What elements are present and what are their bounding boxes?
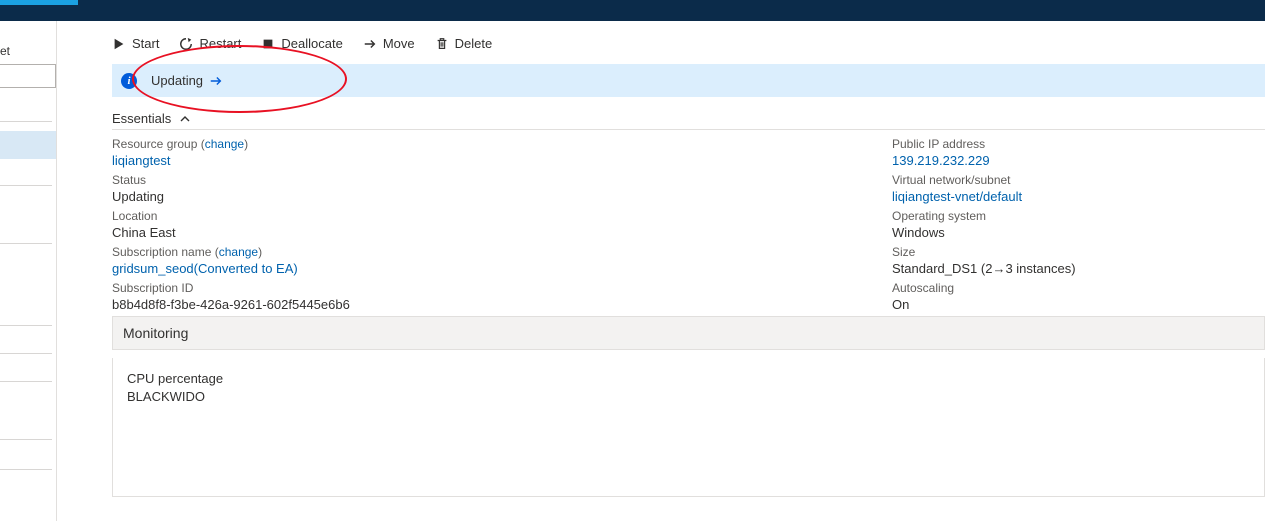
info-icon: i [121, 73, 137, 89]
subscription-id-label: Subscription ID [112, 280, 892, 296]
size-value: Standard_DS1 (2→3 instances) [892, 260, 1265, 278]
public-ip-link[interactable]: 139.219.232.229 [892, 152, 1265, 170]
sidebar-divider [0, 469, 52, 470]
delete-button[interactable]: Delete [435, 36, 493, 51]
deallocate-label: Deallocate [281, 36, 342, 51]
main-pane: Start Restart Deallocate Move Delete i U… [57, 21, 1265, 521]
move-label: Move [383, 36, 415, 51]
location-value: China East [112, 224, 892, 242]
sidebar-divider [0, 325, 52, 326]
start-label: Start [132, 36, 159, 51]
status-label: Status [112, 172, 892, 188]
monitoring-metric: CPU percentage [127, 370, 1250, 388]
vnet-link[interactable]: liqiangtest-vnet/default [892, 188, 1265, 206]
start-button[interactable]: Start [112, 36, 159, 51]
status-banner[interactable]: i Updating [112, 64, 1265, 97]
resource-group-link[interactable]: liqiangtest [112, 152, 892, 170]
subscription-name-label: Subscription name (change) [112, 244, 892, 260]
vnet-label: Virtual network/subnet [892, 172, 1265, 188]
deallocate-button[interactable]: Deallocate [261, 36, 342, 51]
arrow-right-icon [363, 37, 377, 51]
resource-group-label: Resource group (change) [112, 136, 892, 152]
public-ip-label: Public IP address [892, 136, 1265, 152]
move-button[interactable]: Move [363, 36, 415, 51]
restart-icon [179, 37, 193, 51]
sidebar-divider [0, 185, 52, 186]
subscription-name-change-link[interactable]: change [219, 245, 258, 259]
monitoring-target: BLACKWIDO [127, 388, 1250, 406]
autoscaling-label: Autoscaling [892, 280, 1265, 296]
left-sidebar: et [0, 21, 57, 521]
os-value: Windows [892, 224, 1265, 242]
essentials-left-column: Resource group (change) liqiangtest Stat… [112, 136, 892, 316]
monitoring-tile[interactable]: CPU percentage BLACKWIDO [112, 358, 1265, 497]
location-label: Location [112, 208, 892, 224]
stop-icon [261, 37, 275, 51]
subscription-id-value: b8b4d8f8-f3be-426a-9261-602f5445e6b6 [112, 296, 892, 314]
essentials-grid: Resource group (change) liqiangtest Stat… [112, 136, 1265, 316]
status-value: Updating [112, 188, 892, 206]
essentials-divider [112, 129, 1265, 130]
play-icon [112, 37, 126, 51]
resource-group-change-link[interactable]: change [205, 137, 244, 151]
restart-label: Restart [199, 36, 241, 51]
sidebar-divider [0, 381, 52, 382]
monitoring-section: Monitoring CPU percentage BLACKWIDO [112, 316, 1265, 497]
sidebar-search-input[interactable] [0, 64, 56, 88]
restart-button[interactable]: Restart [179, 36, 241, 51]
command-toolbar: Start Restart Deallocate Move Delete [112, 36, 492, 51]
status-banner-text: Updating [151, 73, 203, 88]
essentials-toggle[interactable]: Essentials [112, 111, 191, 126]
os-label: Operating system [892, 208, 1265, 224]
autoscaling-value: On [892, 296, 1265, 314]
sidebar-divider [0, 243, 52, 244]
trash-icon [435, 37, 449, 51]
monitoring-header: Monitoring [112, 316, 1265, 350]
size-label: Size [892, 244, 1265, 260]
sidebar-active-item[interactable] [0, 131, 56, 159]
top-bar-highlight [0, 0, 78, 5]
arrow-right-icon [209, 74, 223, 88]
sidebar-divider [0, 439, 52, 440]
chevron-up-icon [179, 113, 191, 125]
top-bar [0, 0, 1265, 21]
essentials-title: Essentials [112, 111, 171, 126]
subscription-name-link[interactable]: gridsum_seod(Converted to EA) [112, 260, 892, 278]
essentials-right-column: Public IP address 139.219.232.229 Virtua… [892, 136, 1265, 316]
sidebar-divider [0, 353, 52, 354]
sidebar-label: et [0, 44, 10, 58]
sidebar-divider [0, 121, 52, 122]
delete-label: Delete [455, 36, 493, 51]
